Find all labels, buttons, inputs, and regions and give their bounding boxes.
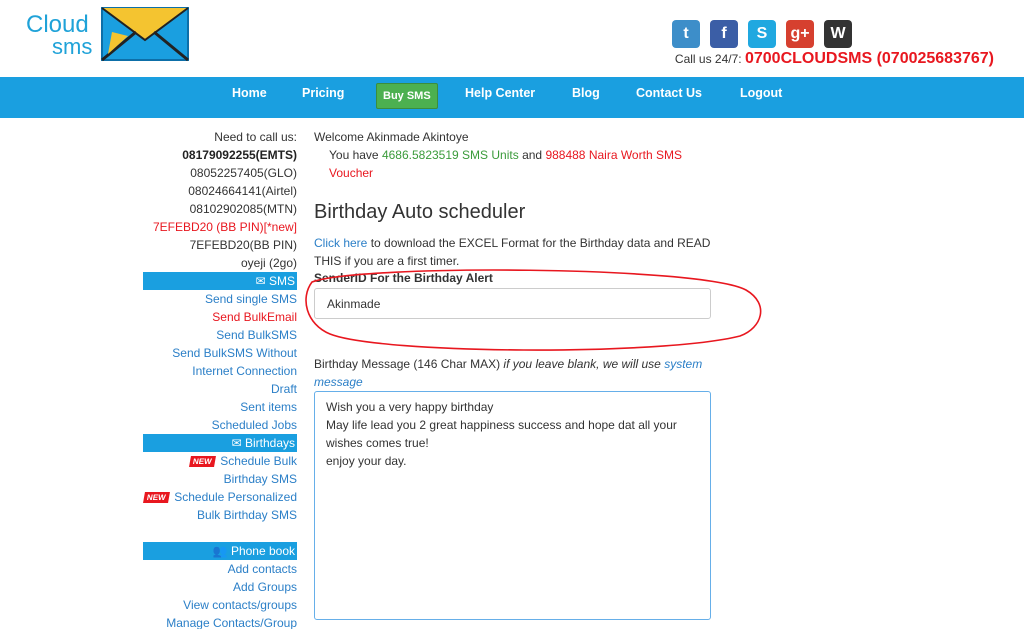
google-plus-icon[interactable]: g+ <box>786 20 814 48</box>
sidebar-item-add-groups[interactable]: Add Groups <box>143 578 297 596</box>
you-have-label: You have <box>329 148 379 162</box>
sidebar-item-draft[interactable]: Draft <box>143 380 297 398</box>
need-to-call-label: Need to call us: <box>214 130 297 144</box>
phone-emts: 08179092255(EMTS) <box>182 148 297 162</box>
welcome-text: Welcome Akinmade Akintoye <box>314 130 469 144</box>
wordpress-icon[interactable]: W <box>824 20 852 48</box>
call-number: 0700CLOUDSMS (070025683767) <box>744 50 994 67</box>
click-here-link[interactable]: Click here <box>314 236 367 250</box>
main-nav: Home Pricing Buy SMS Help Center Blog Co… <box>0 77 1024 118</box>
page-title: Birthday Auto scheduler <box>314 201 526 223</box>
sidebar-header-sms: ✉ SMS <box>143 272 297 290</box>
download-text: to download the EXCEL Format for the Bir… <box>314 236 711 268</box>
sidebar-item-send-bulk-sms-offline[interactable]: Send BulkSMS Without Internet Connection <box>143 344 297 380</box>
sidebar-item-add-contacts[interactable]: Add contacts <box>143 560 297 578</box>
envelope-icon <box>101 7 189 62</box>
new-badge-icon: NEW <box>142 492 170 504</box>
account-summary: Welcome Akinmade Akintoye You have 4686.… <box>314 128 714 182</box>
red-annotation-circle <box>305 269 762 351</box>
sidebar-item-sent-items[interactable]: Sent items <box>143 398 297 416</box>
sidebar: Need to call us: 08179092255(EMTS) 08052… <box>142 128 297 629</box>
cloudsms-logo[interactable]: Cloud sms <box>26 2 192 64</box>
twitter-icon[interactable]: t <box>672 20 700 48</box>
call-info: Call us 24/7: 0700CLOUDSMS (070025683767… <box>675 50 994 68</box>
phone-airtel: 08024664141(Airtel) <box>188 184 297 198</box>
sidebar-header-birthdays: ✉ Birthdays <box>143 434 297 452</box>
nav-logout[interactable]: Logout <box>740 86 782 100</box>
sidebar-item-send-bulk-sms[interactable]: Send BulkSMS <box>143 326 297 344</box>
birthday-message-label: Birthday Message (146 Char MAX) if you l… <box>314 357 703 389</box>
buy-sms-button[interactable]: Buy SMS <box>376 83 438 109</box>
sidebar-item-schedule-bulk-birthday[interactable]: NEW Schedule Bulk Birthday SMS <box>143 452 297 488</box>
birthday-message-textarea[interactable]: Wish you a very happy birthday May life … <box>314 391 711 620</box>
sidebar-item-manage-contacts[interactable]: Manage Contacts/Group <box>143 614 297 629</box>
skype-icon[interactable]: S <box>748 20 776 48</box>
download-instructions: Click here to download the EXCEL Format … <box>314 234 714 270</box>
sidebar-item-send-single-sms[interactable]: Send single SMS <box>143 290 297 308</box>
nav-blog[interactable]: Blog <box>572 86 600 100</box>
people-icon: 👥 <box>212 544 231 558</box>
social-links: t f S g+ W <box>672 20 852 48</box>
bbpin-new: 7EFEBD20 (BB PIN)[*new] <box>152 220 297 234</box>
logo-text: Cloud sms <box>26 11 93 59</box>
envelope-icon: ✉ <box>231 436 245 450</box>
bbpin: 7EFEBD20(BB PIN) <box>189 238 297 252</box>
facebook-icon[interactable]: f <box>710 20 738 48</box>
sidebar-item-send-bulk-email[interactable]: Send BulkEmail <box>143 308 297 326</box>
and-label: and <box>522 148 543 162</box>
nav-pricing[interactable]: Pricing <box>302 86 344 100</box>
call-prefix: Call us 24/7: <box>674 52 742 66</box>
nav-contact-us[interactable]: Contact Us <box>636 86 702 100</box>
sidebar-item-scheduled-jobs[interactable]: Scheduled Jobs <box>143 416 297 434</box>
sidebar-item-schedule-personalized[interactable]: NEW Schedule Personalized Bulk Birthday S… <box>142 488 297 542</box>
message-hint: if you leave blank, we will use <box>503 357 661 371</box>
sidebar-header-phonebook: 👥 Phone book <box>143 542 297 560</box>
envelope-icon: ✉ <box>255 274 269 288</box>
nav-home[interactable]: Home <box>232 86 267 100</box>
new-badge-icon: NEW <box>188 456 216 468</box>
twogo-id: oyeji (2go) <box>240 256 297 270</box>
phone-glo: 08052257405(GLO) <box>190 166 297 180</box>
sms-units: 4686.5823519 SMS Units <box>381 148 519 162</box>
nav-help-center[interactable]: Help Center <box>465 86 535 100</box>
sidebar-item-view-contacts[interactable]: View contacts/groups <box>143 596 297 614</box>
phone-mtn: 08102902085(MTN) <box>189 202 297 216</box>
